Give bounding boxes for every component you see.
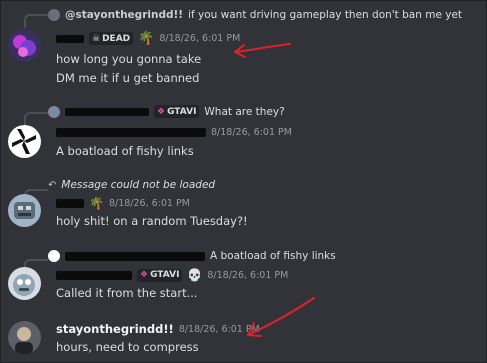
message-line: holy shit! on a random Tuesday?! xyxy=(56,214,248,228)
reply-preview[interactable]: ❖ GTAVI What are they? xyxy=(48,105,285,118)
message-header: 🌴 8/18/26, 6:01 PM xyxy=(56,196,190,210)
redacted-username xyxy=(56,270,132,280)
message-line: hours, need to compress xyxy=(56,340,199,354)
reply-preview[interactable]: A boatload of fishy links xyxy=(48,250,336,262)
redacted-username xyxy=(65,251,205,261)
reply-avatar xyxy=(48,105,60,118)
reply-username[interactable]: @stayonthegrindd!! xyxy=(65,9,183,21)
message-line: how long you gonna take xyxy=(56,52,202,66)
message-line: A boatload of fishy links xyxy=(56,144,194,158)
server-tag[interactable]: ❖ GTAVI xyxy=(154,105,200,118)
reply-connector xyxy=(24,14,48,28)
avatar[interactable] xyxy=(8,125,41,158)
diamond-icon: ❖ xyxy=(140,270,149,280)
avatar[interactable] xyxy=(8,321,41,354)
reply-text: if you want driving gameplay then don't … xyxy=(188,9,463,21)
server-tag-label: DEAD xyxy=(102,33,131,44)
reply-text: Message could not be loaded xyxy=(61,179,216,191)
avatar[interactable] xyxy=(8,194,41,227)
avatar[interactable] xyxy=(8,29,41,62)
redacted-username xyxy=(56,128,206,137)
reply-connector xyxy=(24,112,48,126)
reply-text: What are they? xyxy=(204,105,285,118)
server-tag[interactable]: ❖ GTAVI xyxy=(137,268,183,282)
timestamp: 8/18/26, 6:01 PM xyxy=(207,269,289,281)
timestamp: 8/18/26, 6:01 PM xyxy=(159,33,241,44)
message-header: ☠ DEAD 🌴 8/18/26, 6:01 PM xyxy=(56,31,240,46)
server-tag-label: GTAVI xyxy=(167,106,197,117)
timestamp: 8/18/26, 6:01 PM xyxy=(211,127,292,138)
server-tag-label: GTAVI xyxy=(150,270,180,280)
username[interactable]: stayonthegrindd!! xyxy=(56,322,174,336)
skull-icon: ☠ xyxy=(92,33,101,44)
annotation-arrow xyxy=(234,43,291,58)
redacted-username xyxy=(56,198,84,208)
server-tag[interactable]: ☠ DEAD xyxy=(89,32,134,45)
skull-icon: 💀 xyxy=(187,268,203,282)
reply-text: A boatload of fishy links xyxy=(210,250,336,262)
reply-arrow-icon: ↶ xyxy=(48,179,57,191)
reply-preview[interactable]: ↶ Message could not be loaded xyxy=(48,179,215,191)
avatar[interactable] xyxy=(8,267,41,300)
reply-avatar xyxy=(48,250,60,262)
message-line: Called it from the start... xyxy=(56,286,198,300)
diamond-icon: ❖ xyxy=(157,106,166,117)
palm-tree-icon: 🌴 xyxy=(89,196,104,210)
reply-avatar xyxy=(48,9,60,21)
annotation-arrow xyxy=(247,297,315,337)
message-header: 8/18/26, 6:01 PM xyxy=(56,127,292,138)
message-header: ❖ GTAVI 💀 8/18/26, 6:01 PM xyxy=(56,268,288,282)
timestamp: 8/18/26, 6:01 PM xyxy=(108,197,190,209)
message-line: DM me it if u get banned xyxy=(56,71,200,85)
redacted-username xyxy=(65,107,149,116)
message-header: stayonthegrindd!! 8/18/26, 6:01 PM xyxy=(56,322,260,336)
reply-preview[interactable]: @stayonthegrindd!! if you want driving g… xyxy=(48,9,462,21)
redacted-username xyxy=(56,34,84,43)
palm-tree-icon: 🌴 xyxy=(138,31,155,46)
